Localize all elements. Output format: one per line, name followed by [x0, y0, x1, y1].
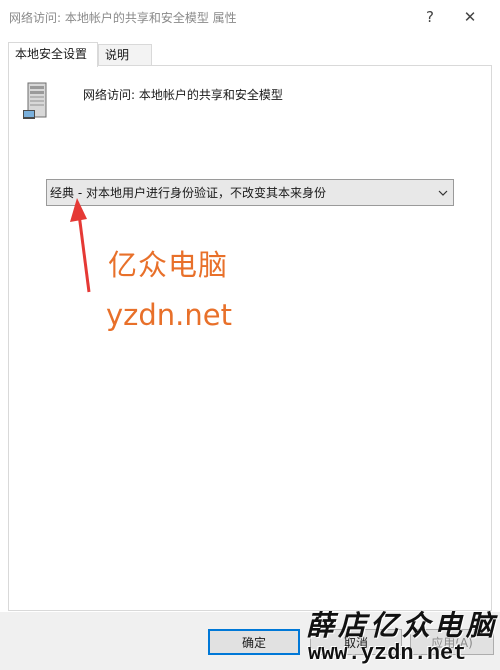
- chevron-down-icon: [433, 190, 453, 196]
- security-model-selected-value: 经典 - 对本地用户进行身份验证，不改变其本来身份: [50, 186, 326, 200]
- watermark-text: 亿众电脑: [108, 248, 229, 282]
- tab-panel: [8, 65, 492, 611]
- help-button[interactable]: ?: [410, 2, 450, 32]
- close-button[interactable]: ✕: [450, 2, 490, 32]
- ok-button[interactable]: 确定: [208, 629, 300, 655]
- tab-local-security-setting[interactable]: 本地安全设置: [8, 42, 98, 67]
- watermark-url: yzdn.net: [106, 298, 232, 332]
- window-title: 网络访问: 本地帐户的共享和安全模型 属性: [9, 11, 237, 25]
- policy-name: 网络访问: 本地帐户的共享和安全模型: [83, 88, 283, 102]
- security-model-select[interactable]: 经典 - 对本地用户进行身份验证，不改变其本来身份: [46, 179, 454, 206]
- server-computer-icon: [23, 82, 47, 119]
- annotation-arrow-icon: [70, 198, 91, 293]
- tab-explain[interactable]: 说明: [98, 44, 152, 65]
- cancel-button[interactable]: 取消: [310, 629, 402, 655]
- apply-button[interactable]: 应用(A): [410, 629, 494, 655]
- title-bar: 网络访问: 本地帐户的共享和安全模型 属性 ? ✕: [0, 0, 500, 34]
